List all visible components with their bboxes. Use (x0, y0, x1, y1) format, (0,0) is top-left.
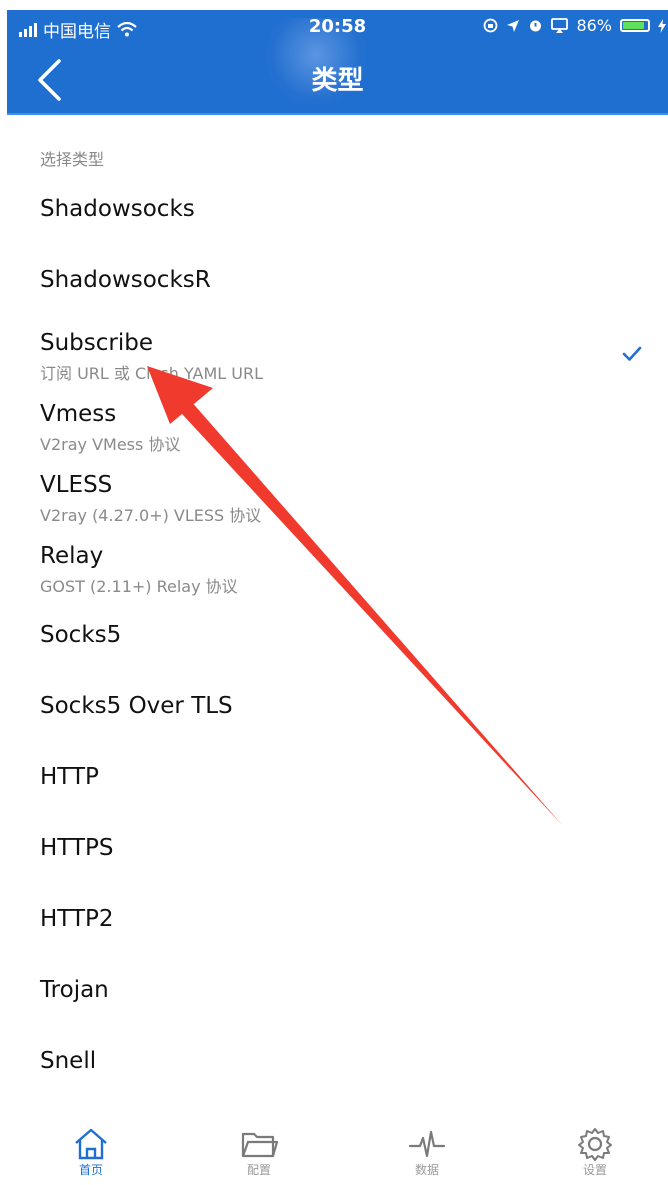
type-item-vmess[interactable]: Vmess V2ray VMess 协议 (0, 393, 668, 455)
type-item-http2[interactable]: HTTP2 (0, 890, 668, 952)
type-item-vless[interactable]: VLESS V2ray (4.27.0+) VLESS 协议 (0, 464, 668, 526)
type-item-relay[interactable]: Relay GOST (2.11+) Relay 协议 (0, 535, 668, 597)
tab-label: 设置 (582, 1163, 607, 1177)
type-item-https[interactable]: HTTPS (0, 819, 668, 881)
pulse-icon (408, 1130, 446, 1158)
tab-bar: 首页 配置 数据 设置 (0, 1118, 668, 1185)
battery-percent: 86% (576, 16, 612, 35)
type-item-title: HTTP (40, 764, 99, 790)
tab-folder[interactable]: 配置 (214, 1118, 304, 1185)
type-item-snell[interactable]: Snell (0, 1032, 668, 1094)
battery-icon (620, 19, 650, 32)
battery-level-fill (623, 22, 644, 29)
type-item-http[interactable]: HTTP (0, 748, 668, 810)
tab-home[interactable]: 首页 (46, 1118, 136, 1185)
type-item-title: VLESS (40, 472, 113, 498)
tab-label: 配置 (246, 1163, 271, 1177)
top-crop (0, 0, 668, 10)
type-item-title: HTTP2 (40, 906, 114, 932)
type-item-subtitle: 订阅 URL 或 Clash YAML URL (40, 364, 264, 383)
type-item-shadowsocksr[interactable]: ShadowsocksR (0, 251, 668, 313)
type-item-title: Trojan (40, 977, 109, 1003)
type-item-title: Shadowsocks (40, 196, 195, 222)
nav-header: 中国电信 20:58 86% 类型 (7, 10, 668, 113)
tab-label: 首页 (78, 1163, 103, 1177)
type-item-title: Socks5 Over TLS (40, 693, 233, 719)
airplay-icon (551, 18, 569, 33)
tab-pulse[interactable]: 数据 (382, 1118, 472, 1185)
status-bar: 中国电信 20:58 86% (7, 10, 668, 46)
type-item-socks5[interactable]: Socks5 (0, 606, 668, 668)
type-item-subtitle: V2ray VMess 协议 (40, 435, 181, 454)
type-item-title: ShadowsocksR (40, 267, 211, 293)
type-item-subtitle: GOST (2.11+) Relay 协议 (40, 577, 238, 596)
home-icon (75, 1128, 107, 1160)
section-label: 选择类型 (40, 150, 105, 169)
checkmark-icon (622, 346, 642, 361)
type-item-title: Socks5 (40, 622, 122, 648)
type-item-title: Snell (40, 1048, 97, 1074)
type-item-title: Relay (40, 543, 104, 569)
type-item-subtitle: V2ray (4.27.0+) VLESS 协议 (40, 506, 262, 525)
lock-rotation-icon (484, 18, 498, 33)
type-item-socks5-over-tls[interactable]: Socks5 Over TLS (0, 677, 668, 739)
type-item-shadowsocks[interactable]: Shadowsocks (0, 180, 668, 242)
type-item-subscribe[interactable]: Subscribe 订阅 URL 或 Clash YAML URL (0, 322, 668, 384)
tab-gear[interactable]: 设置 (550, 1118, 640, 1185)
status-right: 86% (483, 16, 666, 35)
page-title: 类型 (311, 66, 364, 96)
type-item-title: Vmess (40, 401, 117, 427)
tab-label: 数据 (414, 1163, 439, 1177)
charging-icon (658, 18, 666, 33)
alarm-icon (530, 20, 542, 32)
type-item-trojan[interactable]: Trojan (0, 961, 668, 1023)
gear-icon (578, 1128, 612, 1161)
location-icon (507, 19, 520, 32)
type-item-title: HTTPS (40, 835, 114, 861)
type-item-title: Subscribe (40, 330, 154, 356)
folder-icon (241, 1132, 278, 1158)
